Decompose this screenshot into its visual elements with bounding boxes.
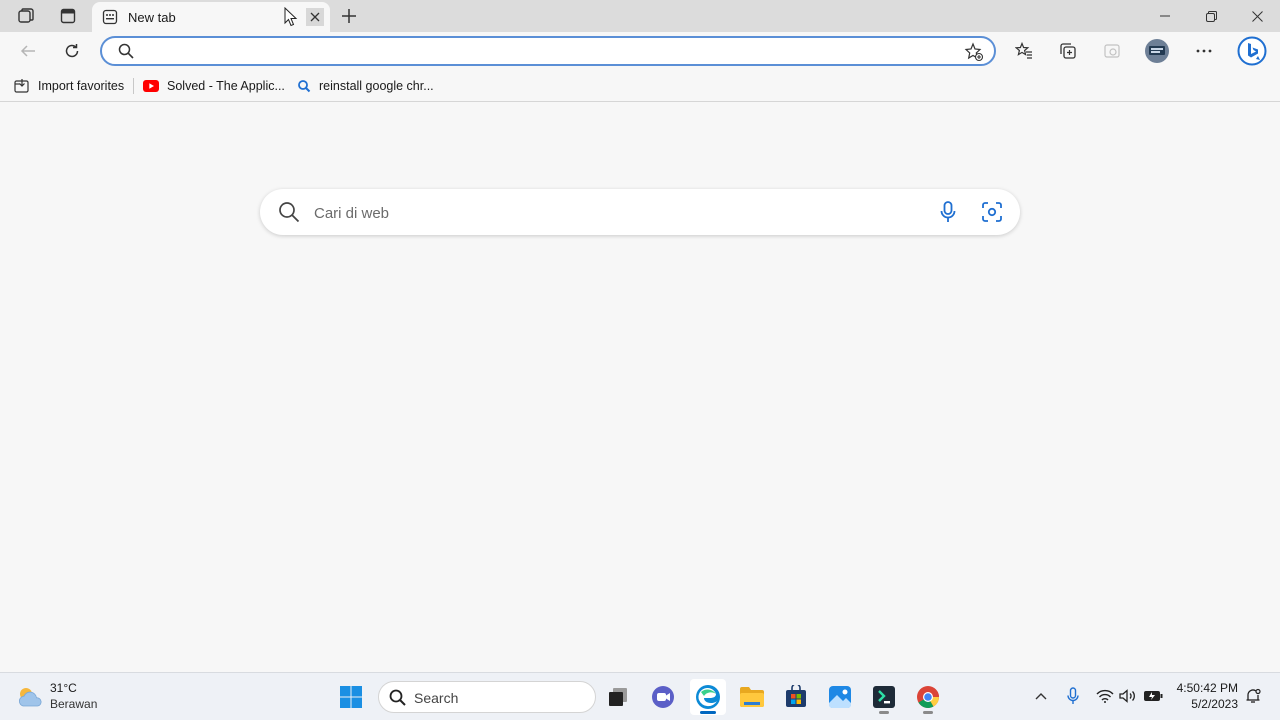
workspaces-button[interactable] <box>12 3 40 29</box>
start-button[interactable] <box>333 679 369 715</box>
vertical-tabs-button[interactable] <box>54 3 82 29</box>
search-icon <box>118 43 134 59</box>
plus-icon <box>342 9 356 23</box>
web-search-input[interactable] <box>314 202 914 224</box>
bing-icon <box>1237 36 1267 66</box>
visual-search-button[interactable] <box>980 200 1004 224</box>
network-button[interactable] <box>1094 685 1116 707</box>
visual-search-icon <box>982 202 1002 222</box>
store-icon <box>786 685 806 707</box>
close-icon <box>1251 10 1263 22</box>
wifi-icon <box>1096 689 1114 703</box>
new-tab-page-icon <box>102 9 118 25</box>
avatar <box>1145 39 1169 63</box>
partly-cloudy-icon <box>18 688 42 707</box>
folder-icon <box>740 687 764 707</box>
taskbar-photos[interactable] <box>822 679 858 715</box>
taskbar-microsoft-store[interactable] <box>778 679 814 715</box>
browser-toolbar <box>0 32 1280 70</box>
address-input[interactable] <box>142 41 942 61</box>
tab-title: New tab <box>128 10 176 25</box>
collections-button[interactable] <box>1053 36 1083 66</box>
minimize-button[interactable] <box>1142 0 1188 32</box>
windows-taskbar: 31°C Berawan Search 4:50:42 PM 5/2/2023 <box>0 672 1280 720</box>
volume-button[interactable] <box>1117 685 1139 707</box>
search-icon <box>298 80 311 93</box>
taskbar-search[interactable]: Search <box>378 681 596 713</box>
favorites-bar-label: Import favorites <box>38 79 125 93</box>
notifications-button[interactable] <box>1242 685 1264 707</box>
favorites-bar: Import favorites Solved - The Applic... … <box>0 70 1280 102</box>
search-icon <box>389 689 406 706</box>
refresh-icon <box>65 44 79 58</box>
bing-chat-button[interactable] <box>1236 35 1268 67</box>
taskbar-file-explorer[interactable] <box>734 679 770 715</box>
chat-icon <box>652 686 674 708</box>
favorites-divider <box>133 78 134 94</box>
more-options-icon <box>1196 49 1212 53</box>
app-available-button[interactable] <box>1097 36 1127 66</box>
running-indicator <box>700 711 716 714</box>
taskbar-terminal-app[interactable] <box>866 679 902 715</box>
new-tab-button[interactable] <box>336 3 362 29</box>
taskbar-microsoft-edge[interactable] <box>690 679 726 715</box>
running-indicator <box>923 711 933 714</box>
search-icon <box>279 202 300 223</box>
voice-search-button[interactable] <box>936 200 960 224</box>
tab-actions-icon <box>60 8 76 24</box>
clock-date[interactable]: 5/2/2023 <box>1160 697 1238 711</box>
youtube-icon <box>143 80 159 92</box>
taskbar-task-view[interactable] <box>600 679 636 715</box>
back-button[interactable] <box>13 36 43 66</box>
collections-icon <box>1060 43 1076 59</box>
clock-time[interactable]: 4:50:42 PM <box>1160 681 1238 695</box>
address-bar[interactable] <box>100 36 996 66</box>
weather-description: Berawan <box>50 697 98 711</box>
photos-icon <box>829 686 851 708</box>
back-arrow-icon <box>20 45 35 57</box>
chevron-up-icon <box>1035 693 1047 700</box>
taskbar-search-label: Search <box>414 690 459 706</box>
close-icon <box>310 12 320 22</box>
restore-button[interactable] <box>1188 0 1234 32</box>
refresh-button[interactable] <box>57 36 87 66</box>
favorites-button[interactable] <box>1009 36 1039 66</box>
favorites-bar-label: reinstall google chr... <box>319 79 434 93</box>
mouse-cursor-icon <box>284 7 298 27</box>
microphone-tray-button[interactable] <box>1062 685 1084 707</box>
microphone-icon <box>1067 687 1079 704</box>
favorites-bar-item-solved[interactable]: Solved - The Applic... <box>143 76 285 96</box>
weather-temperature: 31°C <box>50 681 77 695</box>
terminal-icon <box>873 686 895 708</box>
task-view-icon <box>609 688 627 706</box>
add-favorite-icon[interactable] <box>964 42 984 62</box>
tab-strip: New tab <box>0 0 1280 32</box>
favorites-bar-item-reinstall[interactable]: reinstall google chr... <box>297 76 434 96</box>
chrome-icon <box>917 686 939 708</box>
notification-bell-icon <box>1246 688 1261 703</box>
weather-widget[interactable]: 31°C Berawan <box>16 681 126 713</box>
close-window-button[interactable] <box>1234 0 1280 32</box>
running-indicator <box>879 711 889 714</box>
windows-logo-icon <box>340 686 362 708</box>
favorites-bar-label: Solved - The Applic... <box>167 79 285 93</box>
import-favorites-icon <box>14 79 29 93</box>
taskbar-teams-chat[interactable] <box>645 679 681 715</box>
favorites-bar-item-import[interactable]: Import favorites <box>14 76 124 96</box>
restore-icon <box>1205 10 1217 22</box>
workspaces-icon <box>18 8 34 23</box>
edge-icon <box>696 685 720 709</box>
new-tab-page <box>0 103 1280 672</box>
show-hidden-icons-button[interactable] <box>1030 685 1052 707</box>
tab-close-button[interactable] <box>306 8 324 26</box>
minimize-icon <box>1160 15 1170 17</box>
profile-button[interactable] <box>1142 36 1172 66</box>
favorites-icon <box>1015 42 1032 59</box>
edge-bar-icon <box>1104 44 1120 58</box>
microphone-icon <box>940 201 956 222</box>
web-search-box[interactable] <box>260 189 1020 235</box>
settings-and-more-button[interactable] <box>1189 36 1219 66</box>
taskbar-google-chrome[interactable] <box>910 679 946 715</box>
speaker-icon <box>1119 689 1135 703</box>
